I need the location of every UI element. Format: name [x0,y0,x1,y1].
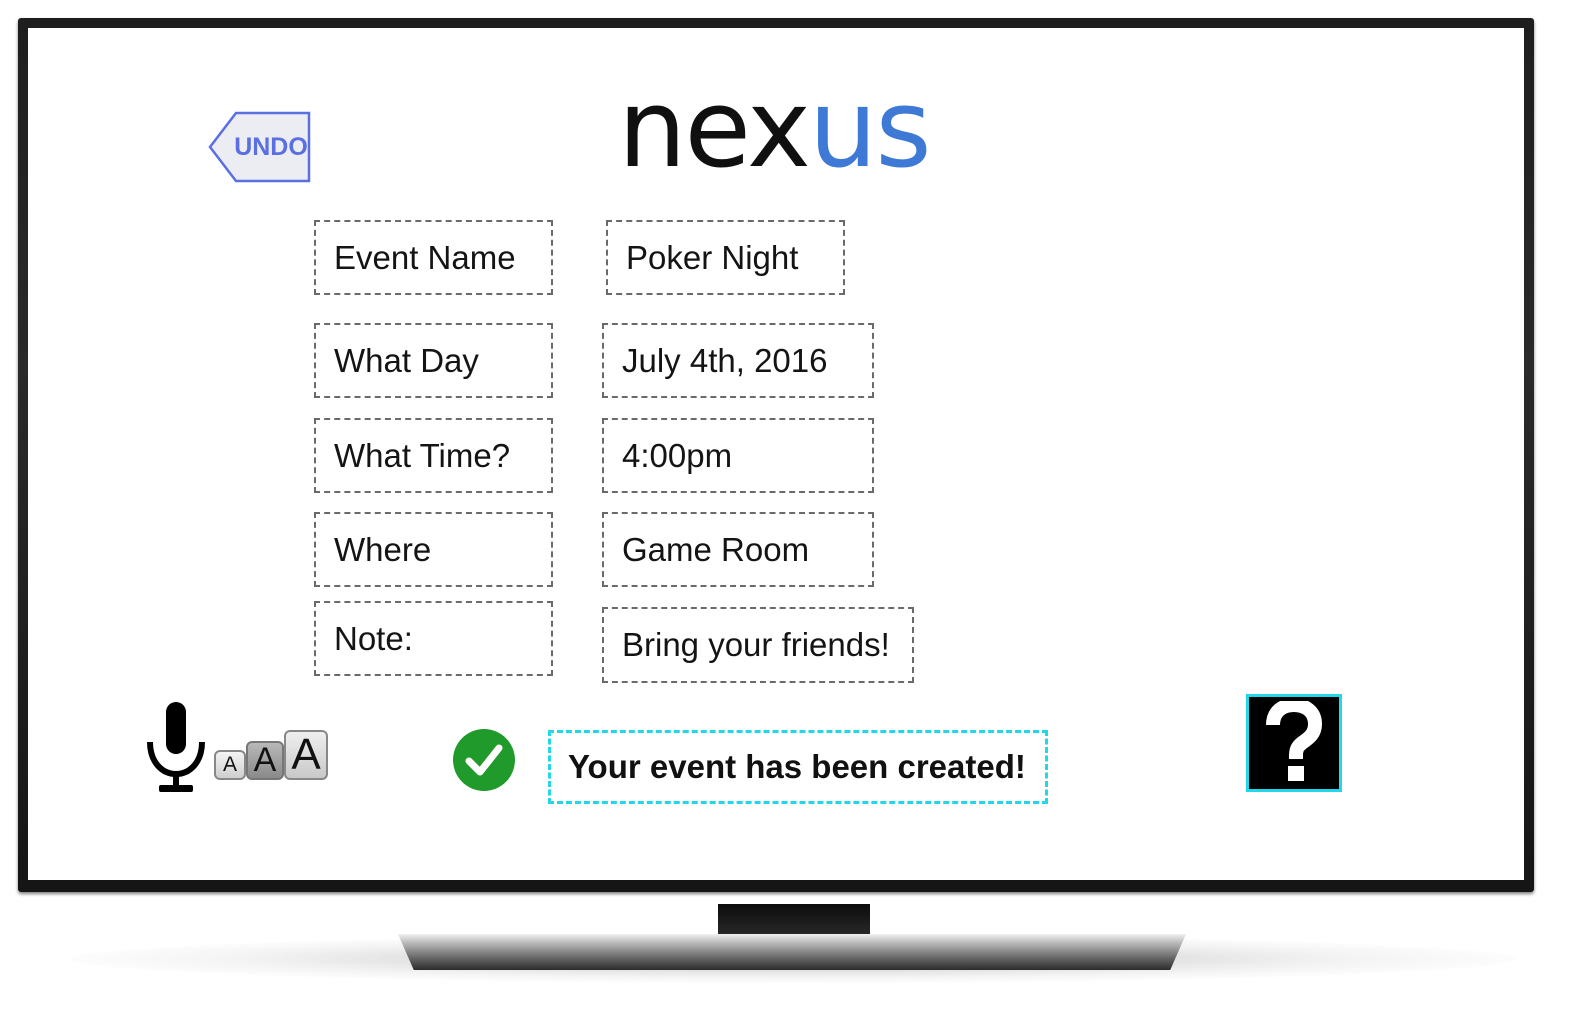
undo-button[interactable]: UNDO [208,111,312,183]
microphone-icon[interactable] [144,700,208,794]
what-time-field[interactable]: 4:00pm [602,418,874,493]
logo-blue-part: us [808,67,932,192]
event-name-field[interactable]: Poker Night [606,220,845,295]
note-field[interactable]: Bring your friends! [602,607,914,683]
text-size-large-button[interactable]: A [284,730,328,780]
app-logo: nexus [618,67,932,192]
what-day-label: What Day [314,323,553,398]
tv-stand-base [398,934,1186,970]
event-name-label: Event Name [314,220,553,295]
status-message: Your event has been created! [548,730,1048,804]
text-size-controls: A A A [214,730,328,782]
note-label: Note: [314,601,553,676]
where-field[interactable]: Game Room [602,512,874,587]
tv-stand-neck [718,904,870,938]
text-size-medium-button[interactable]: A [246,741,284,780]
question-mark-icon [1266,701,1322,781]
undo-label: UNDO [234,132,308,161]
what-day-field[interactable]: July 4th, 2016 [602,323,874,398]
where-label: Where [314,512,553,587]
text-size-small-button[interactable]: A [214,750,246,780]
what-time-label: What Time? [314,418,553,493]
logo-dark-part: nex [618,67,811,192]
check-circle-icon [453,729,515,791]
help-button[interactable] [1246,694,1342,792]
